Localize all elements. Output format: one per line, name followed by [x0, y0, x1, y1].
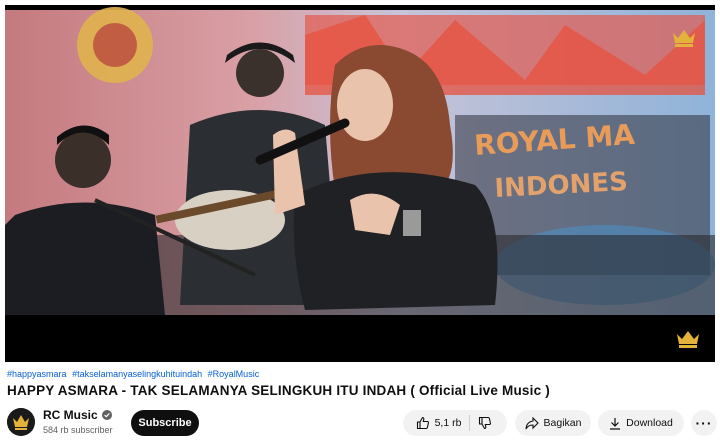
thumbs-down-icon — [478, 416, 491, 430]
channel-name-row: RC Music — [43, 408, 112, 422]
royal-crown-watermark-icon — [673, 30, 695, 47]
dislike-button[interactable] — [470, 410, 504, 436]
download-icon — [610, 417, 621, 430]
channel-avatar[interactable] — [7, 408, 35, 436]
like-dislike-group: 5,1 rb — [403, 410, 507, 436]
hashtag-row: #happyasmara #takselamanyaselingkuhituin… — [7, 369, 262, 379]
rc-crown-logo-icon — [7, 408, 35, 436]
video-title: HAPPY ASMARA - TAK SELAMANYA SELINGKUH I… — [7, 383, 550, 398]
video-player[interactable]: ROYAL MA INDONES — [5, 5, 715, 362]
verified-check-icon — [101, 410, 112, 420]
hashtag-link[interactable]: #happyasmara — [7, 369, 67, 379]
like-count: 5,1 rb — [434, 417, 462, 429]
subscribe-button[interactable]: Subscribe — [131, 410, 199, 436]
more-actions-button[interactable]: ··· — [691, 410, 717, 436]
video-frame: ROYAL MA INDONES — [5, 5, 715, 362]
channel-name[interactable]: RC Music — [43, 408, 98, 422]
share-button[interactable]: Bagikan — [515, 410, 591, 436]
download-label: Download — [626, 417, 673, 429]
download-button[interactable]: Download — [598, 410, 684, 436]
thumbs-up-icon — [416, 416, 429, 430]
royal-crown-watermark-icon — [677, 331, 699, 348]
hashtag-link[interactable]: #RoyalMusic — [208, 369, 260, 379]
share-label: Bagikan — [543, 417, 582, 429]
like-button[interactable]: 5,1 rb — [406, 410, 470, 436]
hashtag-link[interactable]: #takselamanyaselingkuhituindah — [72, 369, 202, 379]
subscriber-count: 584 rb subscriber — [43, 425, 113, 435]
share-arrow-icon — [524, 416, 539, 429]
